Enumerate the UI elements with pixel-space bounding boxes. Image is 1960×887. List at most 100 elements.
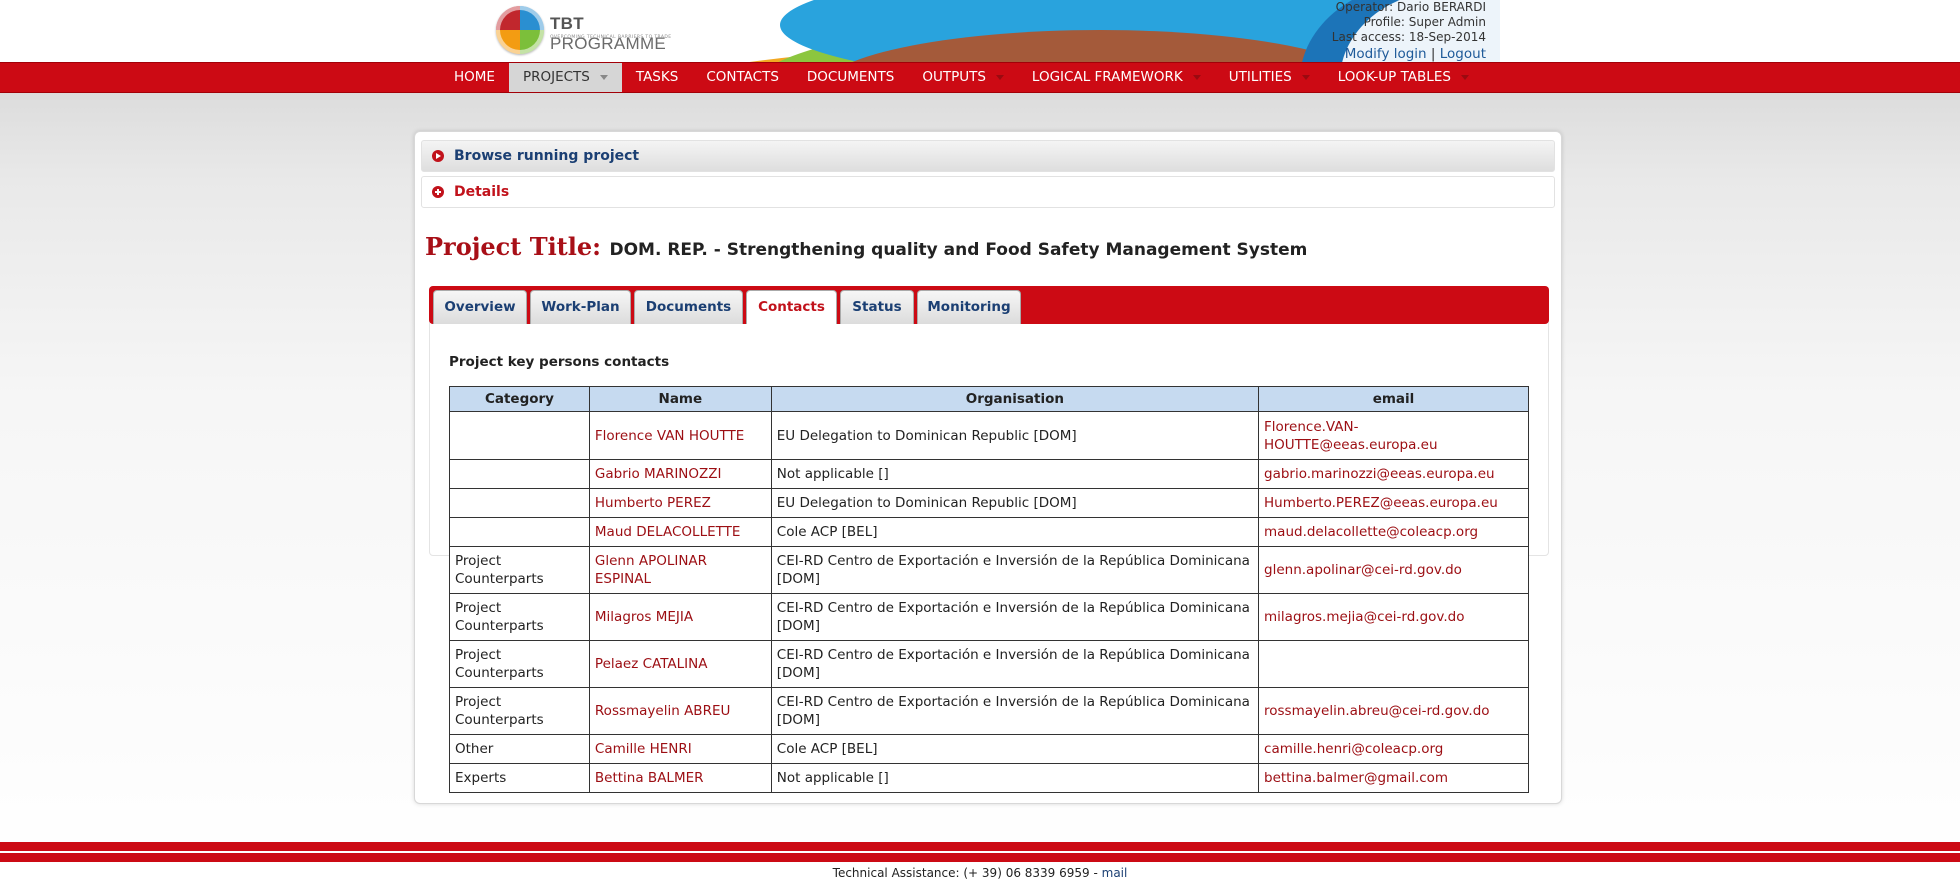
table-row: Project Counterparts Glenn APOLINAR ESPI… [449, 546, 1529, 594]
header: TBT PROGRAMME OVERCOMING TECHNICAL BARRI… [0, 0, 1960, 62]
logout-link[interactable]: Logout [1440, 46, 1486, 62]
cell-organisation: CEI-RD Centro de Exportación e Inversión… [770, 640, 1260, 688]
cell-name[interactable]: Florence VAN HOUTTE [588, 411, 772, 460]
globe-logo-icon [496, 6, 544, 54]
column-header-organisation[interactable]: Organisation [770, 386, 1260, 412]
tab-documents[interactable]: Documents [634, 290, 743, 324]
link-separator: | [1426, 46, 1440, 62]
nav-home[interactable]: HOME [440, 63, 509, 92]
arrow-right-circle-icon [432, 150, 444, 162]
nav-look-up-tables[interactable]: LOOK-UP TABLES [1324, 63, 1483, 92]
footer-mail-link[interactable]: mail [1102, 866, 1128, 880]
column-header-category[interactable]: Category [449, 386, 590, 412]
nav-outputs[interactable]: OUTPUTS [908, 63, 1018, 92]
cell-name[interactable]: Pelaez CATALINA [588, 640, 772, 688]
contacts-table: Category Name Organisation email Florenc… [449, 386, 1529, 793]
cell-name[interactable]: Humberto PEREZ [588, 488, 772, 518]
cell-email[interactable]: glenn.apolinar@cei-rd.gov.do [1258, 546, 1529, 594]
table-row: Project Counterparts Pelaez CATALINA CEI… [449, 640, 1529, 688]
browse-running-project-label: Browse running project [454, 148, 640, 164]
table-row: Florence VAN HOUTTE EU Delegation to Dom… [449, 411, 1529, 460]
project-title-value: DOM. REP. - Strengthening quality and Fo… [609, 240, 1308, 260]
nav-documents[interactable]: DOCUMENTS [793, 63, 908, 92]
cell-name[interactable]: Milagros MEJIA [588, 593, 772, 641]
footer-stripe-bottom [0, 853, 1960, 862]
cell-organisation: Cole ACP [BEL] [770, 734, 1260, 764]
cell-category: Project Counterparts [449, 546, 590, 594]
cell-email[interactable]: maud.delacollette@coleacp.org [1258, 517, 1529, 547]
cell-name[interactable]: Rossmayelin ABREU [588, 687, 772, 735]
modify-login-link[interactable]: Modify login [1345, 46, 1427, 62]
main-nav: HOME PROJECTS TASKS CONTACTS DOCUMENTS O… [0, 62, 1960, 93]
project-title-label: Project Title: [425, 232, 602, 261]
cell-name[interactable]: Camille HENRI [588, 734, 772, 764]
cell-organisation: EU Delegation to Dominican Republic [DOM… [770, 411, 1260, 460]
cell-name[interactable]: Bettina BALMER [588, 763, 772, 793]
details-label: Details [454, 184, 510, 200]
logo-subtitle: OVERCOMING TECHNICAL BARRIERS TO TRADE [550, 35, 672, 40]
cell-organisation: CEI-RD Centro de Exportación e Inversión… [770, 687, 1260, 735]
cell-category: Other [449, 734, 590, 764]
cell-email[interactable]: rossmayelin.abreu@cei-rd.gov.do [1258, 687, 1529, 735]
footer: Technical Assistance: (+ 39) 06 8339 695… [0, 863, 1960, 887]
account-links: Modify login | Logout [1332, 45, 1486, 62]
table-row: Experts Bettina BALMER Not applicable []… [449, 763, 1529, 793]
dropdown-caret-icon [1460, 74, 1469, 80]
operator-name: Operator: Dario BERARDI [1335, 0, 1486, 14]
table-row: Maud DELACOLLETTE Cole ACP [BEL] maud.de… [449, 517, 1529, 547]
tbt-logo[interactable]: TBT PROGRAMME OVERCOMING TECHNICAL BARRI… [496, 4, 696, 56]
tab-overview[interactable]: Overview [433, 290, 527, 324]
cell-email[interactable]: Florence.VAN-HOUTTE@eeas.europa.eu [1258, 411, 1529, 460]
cell-category [449, 411, 590, 460]
cell-email[interactable]: milagros.mejia@cei-rd.gov.do [1258, 593, 1529, 641]
logo-title: TBT PROGRAMME [550, 14, 667, 53]
column-header-email[interactable]: email [1258, 386, 1529, 412]
main-container: Browse running project Details Project T… [414, 131, 1562, 804]
cell-email[interactable] [1258, 640, 1529, 688]
cell-category: Project Counterparts [449, 640, 590, 688]
nav-contacts[interactable]: CONTACTS [692, 63, 793, 92]
details-toggle[interactable]: Details [421, 176, 1555, 208]
dropdown-caret-icon [995, 74, 1004, 80]
tab-monitoring[interactable]: Monitoring [917, 290, 1021, 324]
table-row: Project Counterparts Milagros MEJIA CEI-… [449, 593, 1529, 641]
project-title: Project Title: DOM. REP. - Strengthening… [425, 232, 1307, 261]
cell-category: Experts [449, 763, 590, 793]
cell-email[interactable]: camille.henri@coleacp.org [1258, 734, 1529, 764]
cell-email[interactable]: gabrio.marinozzi@eeas.europa.eu [1258, 459, 1529, 489]
cell-organisation: CEI-RD Centro de Exportación e Inversión… [770, 546, 1260, 594]
cell-name[interactable]: Glenn APOLINAR ESPINAL [588, 546, 772, 594]
cell-category: Project Counterparts [449, 687, 590, 735]
cell-organisation: Not applicable [] [770, 763, 1260, 793]
tab-contacts[interactable]: Contacts [746, 290, 837, 324]
cell-name[interactable]: Gabrio MARINOZZI [588, 459, 772, 489]
table-header-row: Category Name Organisation email [449, 386, 1529, 412]
nav-tasks[interactable]: TASKS [622, 63, 692, 92]
cell-organisation: Not applicable [] [770, 459, 1260, 489]
column-header-name[interactable]: Name [588, 386, 772, 412]
nav-logical-framework[interactable]: LOGICAL FRAMEWORK [1018, 63, 1215, 92]
cell-category [449, 488, 590, 518]
table-row: Other Camille HENRI Cole ACP [BEL] camil… [449, 734, 1529, 764]
operator-profile: Profile: Super Admin [1363, 15, 1486, 29]
tab-status[interactable]: Status [840, 290, 914, 324]
cell-email[interactable]: bettina.balmer@gmail.com [1258, 763, 1529, 793]
table-row: Humberto PEREZ EU Delegation to Dominica… [449, 488, 1529, 518]
last-access: Last access: 18-Sep-2014 [1331, 30, 1486, 44]
nav-utilities[interactable]: UTILITIES [1215, 63, 1324, 92]
dropdown-caret-icon [599, 74, 608, 80]
plus-circle-icon [432, 186, 444, 198]
cell-category: Project Counterparts [449, 593, 590, 641]
tab-work-plan[interactable]: Work-Plan [530, 290, 631, 324]
table-row: Project Counterparts Rossmayelin ABREU C… [449, 687, 1529, 735]
footer-assistance-text: Technical Assistance: (+ 39) 06 8339 695… [832, 866, 1102, 880]
nav-projects[interactable]: PROJECTS [508, 63, 622, 92]
cell-organisation: CEI-RD Centro de Exportación e Inversión… [770, 593, 1260, 641]
dropdown-caret-icon [1192, 74, 1201, 80]
browse-running-project-toggle[interactable]: Browse running project [421, 140, 1555, 172]
cell-category [449, 459, 590, 489]
tab-bar: Overview Work-Plan Documents Contacts St… [429, 286, 1549, 324]
cell-name[interactable]: Maud DELACOLLETTE [588, 517, 772, 547]
cell-email[interactable]: Humberto.PEREZ@eeas.europa.eu [1258, 488, 1529, 518]
cell-category [449, 517, 590, 547]
